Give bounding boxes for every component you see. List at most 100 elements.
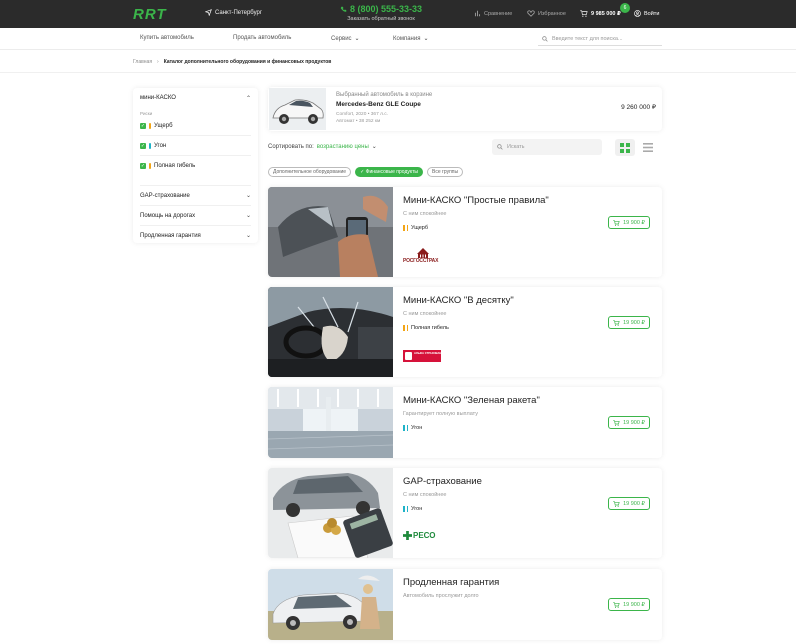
product-subtitle: С ним спокойнее — [403, 211, 447, 217]
cart-count-badge: 6 — [620, 3, 630, 13]
product-title[interactable]: Мини-КАСКО "В десятку" — [403, 295, 514, 306]
catalog-search-input[interactable]: Искать — [492, 139, 602, 155]
sort-value: возрастанию цены — [316, 143, 369, 150]
chevron-down-icon: ⌄ — [354, 36, 360, 42]
filter-checkbox-total-loss[interactable]: ✓ Полная гибель — [140, 156, 251, 176]
insurer-logo: РЕСО — [403, 531, 435, 540]
city-label: Санкт-Петербург — [215, 9, 263, 16]
risk-tag-label: Ущерб — [411, 225, 428, 231]
add-to-cart-button[interactable]: 19 900 ₽ — [608, 416, 650, 429]
selected-car-card[interactable]: Выбранный автомобиль в корзине Mercedes-… — [268, 87, 662, 131]
product-subtitle: Гарантирует полную выплату — [403, 411, 478, 417]
product-card[interactable]: Мини-КАСКО "Зеленая ракета" Гарантирует … — [268, 387, 662, 458]
selected-car-spec-line: Автомат • 38 252 км — [336, 118, 381, 124]
product-card[interactable]: Продленная гарантия Автомобиль прослужит… — [268, 569, 662, 640]
risk-color-marker — [149, 142, 151, 149]
favorites-label: Избранное — [538, 10, 566, 17]
filter-checkbox-damage[interactable]: ✓ Ущерб — [140, 116, 251, 136]
product-subtitle: С ним спокойнее — [403, 492, 447, 498]
cart-icon — [580, 10, 588, 17]
compare-icon — [474, 10, 481, 17]
chevron-down-icon: ⌄ — [371, 144, 377, 150]
compare-link[interactable]: Сравнение — [474, 10, 512, 17]
product-risk-tag: Угон — [403, 506, 422, 512]
selected-car-caption: Выбранный автомобиль в корзине — [336, 92, 433, 98]
chip-equipment[interactable]: Дополнительное оборудование — [268, 167, 352, 177]
product-price: 19 900 ₽ — [623, 601, 645, 608]
cart-icon — [613, 319, 620, 326]
selected-car-image — [269, 88, 326, 130]
product-card[interactable]: GAP-страхование С ним спокойнее Угон РЕС… — [268, 468, 662, 558]
chip-all-groups[interactable]: Все группы — [427, 167, 464, 177]
risk-tag-label: Полная гибель — [411, 325, 449, 331]
cart-icon — [613, 500, 620, 507]
sort-control[interactable]: Сортировать по: возрастанию цены ⌄ — [268, 143, 377, 151]
add-to-cart-button[interactable]: 19 900 ₽ — [608, 598, 650, 611]
product-title[interactable]: Продленная гарантия — [403, 577, 499, 588]
nav-buy-label: Купить автомобиль — [140, 35, 194, 41]
cart-icon — [613, 419, 620, 426]
category-chips: Дополнительное оборудование ✓ Финансовые… — [268, 167, 464, 177]
nav-sell-car[interactable]: Продать автомобиль — [233, 35, 291, 41]
site-search-input[interactable]: Введите текст для поиска... — [538, 32, 662, 46]
city-selector[interactable]: Санкт-Петербург — [205, 9, 262, 16]
chevron-down-icon: ⌄ — [245, 233, 251, 239]
selected-car-model: Mercedes-Benz GLE Coupe — [336, 101, 421, 108]
product-price: 19 900 ₽ — [623, 419, 645, 426]
breadcrumb-home[interactable]: Главная — [133, 59, 152, 65]
add-to-cart-button[interactable]: 19 900 ₽ — [608, 216, 650, 229]
add-to-cart-button[interactable]: 19 900 ₽ — [608, 497, 650, 510]
filter-section-road-help[interactable]: Помощь на дорогах ⌄ — [140, 205, 251, 225]
nav-company[interactable]: Компания ⌄ — [393, 35, 429, 43]
grid-view-button[interactable] — [615, 139, 635, 156]
risk-color-marker — [403, 506, 405, 512]
filter-section-warranty[interactable]: Продленная гарантия ⌄ — [140, 225, 251, 245]
risk-tag-label: Угон — [411, 425, 423, 431]
location-arrow-icon — [205, 9, 212, 16]
cart-link[interactable]: 9 985 000 ₽ — [580, 10, 621, 17]
filter-section-gap[interactable]: GAP-страхование ⌄ — [140, 185, 251, 205]
risk-color-marker — [403, 225, 405, 231]
callback-link[interactable]: Заказать обратный звонок — [336, 16, 426, 22]
chip-label: Финансовые продукты — [365, 169, 419, 175]
risk-label: Ущерб — [154, 122, 173, 129]
product-card[interactable]: Мини-КАСКО "В десятку" С ним спокойнее П… — [268, 287, 662, 377]
filter-group-header[interactable]: мини-КАСКО ⌃ — [140, 88, 251, 108]
chevron-down-icon: ⌄ — [245, 193, 251, 199]
nav-service[interactable]: Сервис ⌄ — [331, 35, 360, 43]
list-view-button[interactable] — [638, 139, 658, 156]
cart-price: 9 985 000 ₽ — [591, 10, 621, 17]
chip-financial[interactable]: ✓ Финансовые продукты — [355, 167, 424, 177]
filter-checkbox-theft[interactable]: ✓ Угон — [140, 136, 251, 156]
nav-service-label: Сервис — [331, 35, 352, 42]
login-link[interactable]: Войти — [634, 10, 659, 17]
divider — [0, 72, 796, 73]
product-image — [268, 287, 393, 377]
selected-car-spec-line: Comfort, 2020 • 367 л.с. — [336, 112, 388, 117]
product-risk-tag: Ущерб — [403, 225, 428, 231]
checkbox-checked-icon: ✓ — [140, 163, 146, 169]
phone-number[interactable]: 8 (800) 555-33-33 — [336, 4, 426, 14]
product-title[interactable]: Мини-КАСКО "Зеленая ракета" — [403, 395, 540, 406]
breadcrumb-current: Каталог дополнительного оборудования и ф… — [163, 59, 332, 65]
product-card[interactable]: Мини-КАСКО "Простые правила" С ним споко… — [268, 187, 662, 277]
product-price: 19 900 ₽ — [623, 219, 645, 226]
product-title[interactable]: Мини-КАСКО "Простые правила" — [403, 195, 549, 206]
nav-buy-car[interactable]: Купить автомобиль — [140, 35, 194, 41]
login-label: Войти — [644, 10, 660, 17]
phone-text: 8 (800) 555-33-33 — [349, 4, 423, 14]
chevron-down-icon: ⌄ — [245, 213, 251, 219]
product-title[interactable]: GAP-страхование — [403, 476, 482, 487]
favorites-link[interactable]: Избранное — [527, 10, 566, 17]
add-to-cart-button[interactable]: 19 900 ₽ — [608, 316, 650, 329]
compare-label: Сравнение — [484, 10, 513, 17]
cart-icon — [613, 219, 620, 226]
product-risk-tag: Угон — [403, 425, 422, 431]
risk-color-marker — [406, 425, 408, 431]
product-image — [268, 569, 393, 640]
site-logo[interactable]: RRT — [133, 6, 167, 23]
product-price: 19 900 ₽ — [623, 319, 645, 326]
insurer-logo-text: РЕСО — [413, 531, 436, 540]
heart-icon — [527, 10, 535, 17]
product-subtitle: С ним спокойнее — [403, 311, 447, 317]
